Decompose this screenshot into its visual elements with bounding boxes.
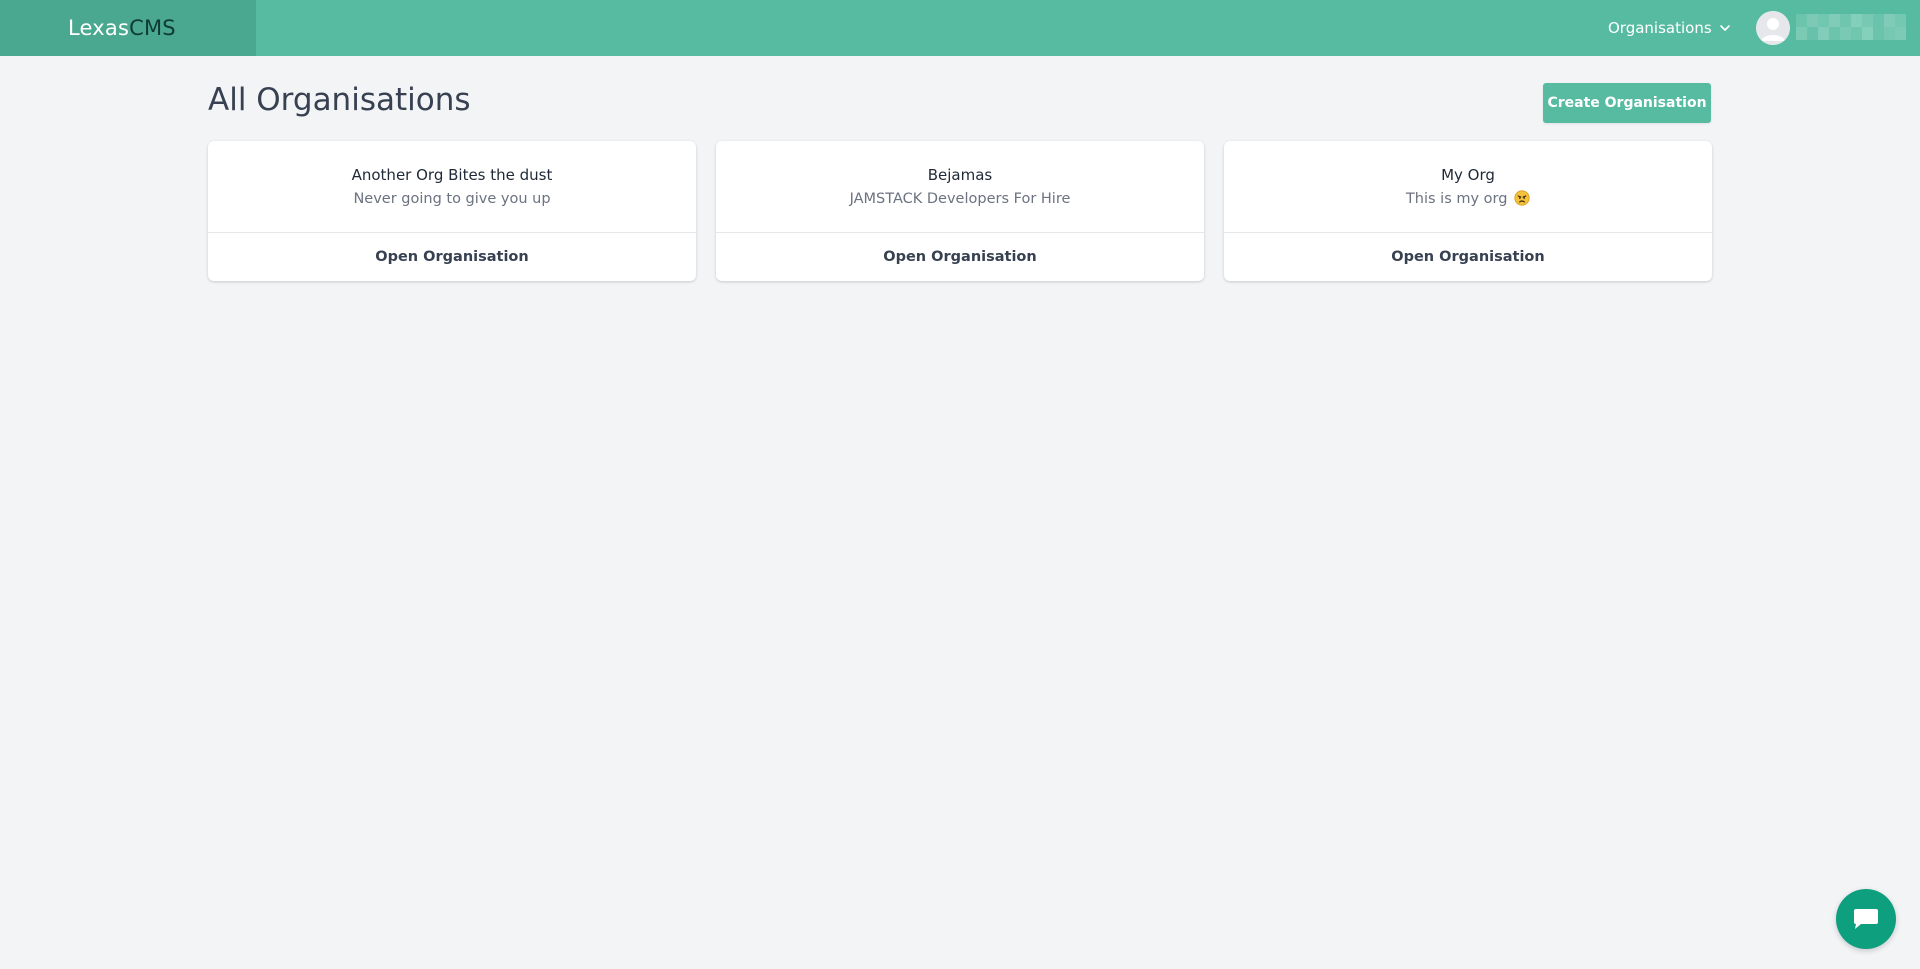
open-organisation-link[interactable]: Open Organisation (208, 233, 696, 281)
brand-name-part2: CMS (129, 16, 176, 40)
top-navbar: Lexas CMS Organisations (0, 0, 1920, 56)
organisation-description-row: This is my org (1224, 189, 1712, 209)
organisation-name: Bejamas (927, 166, 993, 184)
organisation-description: This is my org (1405, 191, 1508, 207)
brand-logo[interactable]: Lexas CMS (0, 0, 256, 56)
chat-launcher-button[interactable] (1836, 889, 1896, 949)
organisation-description: Never going to give you up (353, 191, 551, 207)
organisation-card-body: My Org This is my org (1224, 141, 1712, 233)
angry-face-icon (1514, 190, 1530, 206)
organisation-description: JAMSTACK Developers For Hire (849, 191, 1071, 207)
create-organisation-button[interactable]: Create Organisation (1543, 83, 1711, 123)
organisation-card-body: Another Org Bites the dust Never going t… (208, 141, 696, 233)
page-title: All Organisations (208, 82, 471, 118)
organisation-card: My Org This is my org Open Organisation (1224, 141, 1712, 281)
organisation-card: Another Org Bites the dust Never going t… (208, 141, 696, 281)
user-avatar-icon (1756, 11, 1790, 45)
chat-bubble-icon (1854, 909, 1878, 929)
organisation-card-body: Bejamas JAMSTACK Developers For Hire (716, 141, 1204, 233)
open-organisation-link[interactable]: Open Organisation (1224, 233, 1712, 281)
organisation-card: Bejamas JAMSTACK Developers For Hire Ope… (716, 141, 1204, 281)
organisations-menu[interactable]: Organisations (1608, 0, 1732, 56)
organisation-name: My Org (1441, 166, 1495, 184)
user-avatar[interactable] (1756, 11, 1790, 45)
organisation-card-list: Another Org Bites the dust Never going t… (208, 141, 1712, 281)
open-organisation-link[interactable]: Open Organisation (716, 233, 1204, 281)
user-name-blurred[interactable] (1796, 14, 1906, 40)
chevron-down-icon (1719, 25, 1730, 31)
organisation-name: Another Org Bites the dust (351, 166, 553, 184)
organisations-menu-label: Organisations (1608, 19, 1712, 37)
brand-name-part1: Lexas (68, 16, 130, 40)
